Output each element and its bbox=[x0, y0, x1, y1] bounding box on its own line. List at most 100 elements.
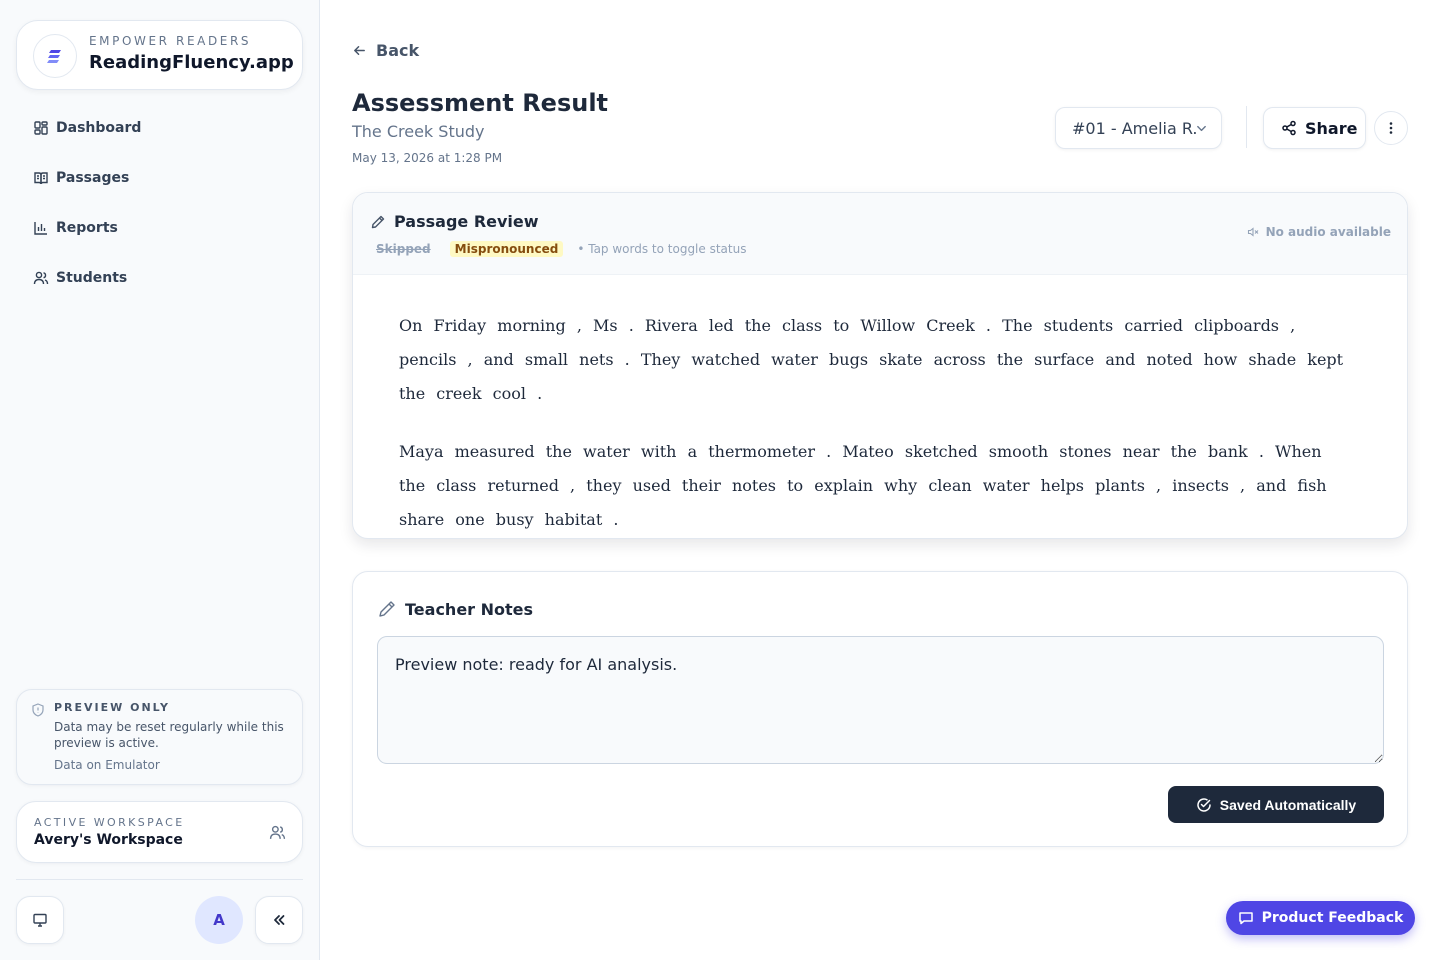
passage-word[interactable]: surface bbox=[1033, 350, 1095, 369]
passage-word[interactable]: They bbox=[640, 350, 681, 369]
passage-word[interactable]: insects bbox=[1171, 476, 1230, 495]
passage-word[interactable]: busy bbox=[495, 510, 535, 529]
more-options-button[interactable] bbox=[1374, 111, 1408, 145]
passage-word[interactable]: plants bbox=[1094, 476, 1146, 495]
passage-word[interactable]: sketched bbox=[904, 442, 979, 461]
passage-word[interactable]: notes bbox=[731, 476, 777, 495]
passage-word[interactable]: one bbox=[454, 510, 485, 529]
passage-word[interactable]: noted bbox=[1146, 350, 1194, 369]
brand-card[interactable]: EMPOWER READERS ReadingFluency.app bbox=[16, 20, 303, 90]
passage-word[interactable]: small bbox=[524, 350, 569, 369]
product-feedback-button[interactable]: Product Feedback bbox=[1226, 901, 1415, 935]
passage-word[interactable]: creek bbox=[435, 384, 482, 403]
passage-word[interactable]: led bbox=[708, 316, 735, 335]
passage-word[interactable]: why bbox=[883, 476, 918, 495]
passage-word[interactable]: thermometer bbox=[707, 442, 816, 461]
sidebar-item-dashboard[interactable]: Dashboard bbox=[16, 103, 303, 153]
passage-word[interactable]: habitat bbox=[544, 510, 604, 529]
passage-word[interactable]: . bbox=[628, 316, 635, 335]
passage-word[interactable]: watched bbox=[690, 350, 761, 369]
passage-word[interactable]: . bbox=[624, 350, 631, 369]
passage-word[interactable]: carried bbox=[1123, 316, 1184, 335]
sidebar-item-reports[interactable]: Reports bbox=[16, 203, 303, 253]
student-select[interactable]: #01 - Amelia R. bbox=[1055, 107, 1222, 149]
passage-word[interactable]: they bbox=[585, 476, 622, 495]
share-button[interactable]: Share bbox=[1263, 107, 1366, 149]
passage-word[interactable]: clean bbox=[927, 476, 972, 495]
passage-word[interactable]: morning bbox=[496, 316, 566, 335]
passage-word[interactable]: . bbox=[825, 442, 832, 461]
passage-word[interactable]: measured bbox=[454, 442, 536, 461]
passage-word[interactable]: , bbox=[467, 350, 474, 369]
passage-word[interactable]: the bbox=[744, 316, 772, 335]
passage-word[interactable]: shade bbox=[1247, 350, 1297, 369]
passage-word[interactable]: bank bbox=[1207, 442, 1249, 461]
passage-word[interactable]: the bbox=[398, 384, 426, 403]
passage-word[interactable]: and bbox=[483, 350, 515, 369]
display-mode-button[interactable] bbox=[16, 896, 64, 944]
passage-word[interactable]: Willow bbox=[859, 316, 916, 335]
passage-word[interactable]: and bbox=[1104, 350, 1136, 369]
avatar[interactable]: A bbox=[195, 896, 243, 944]
passage-word[interactable]: share bbox=[398, 510, 445, 529]
passage-word[interactable]: , bbox=[1155, 476, 1162, 495]
passage-word[interactable]: . bbox=[536, 384, 543, 403]
passage-word[interactable]: near bbox=[1122, 442, 1161, 461]
passage-word[interactable]: . bbox=[985, 316, 992, 335]
passage-word[interactable]: explain bbox=[813, 476, 874, 495]
passage-word[interactable]: the bbox=[545, 442, 573, 461]
passage-word[interactable]: to bbox=[786, 476, 804, 495]
passage-word[interactable]: pencils bbox=[398, 350, 457, 369]
passage-word[interactable]: class bbox=[435, 476, 477, 495]
passage-word[interactable]: returned bbox=[486, 476, 560, 495]
passage-word[interactable]: the bbox=[996, 350, 1024, 369]
passage-word[interactable]: , bbox=[1239, 476, 1246, 495]
back-button[interactable]: Back bbox=[352, 41, 419, 60]
passage-word[interactable]: students bbox=[1043, 316, 1115, 335]
passage-word[interactable]: a bbox=[687, 442, 699, 461]
passage-word[interactable]: cool bbox=[492, 384, 527, 403]
passage-word[interactable]: Ms bbox=[592, 316, 619, 335]
passage-word[interactable]: Maya bbox=[398, 442, 445, 461]
passage-word[interactable]: Rivera bbox=[644, 316, 699, 335]
passage-word[interactable]: bugs bbox=[828, 350, 869, 369]
passage-word[interactable]: . bbox=[1258, 442, 1265, 461]
saved-automatically-button[interactable]: Saved Automatically bbox=[1168, 786, 1384, 823]
passage-word[interactable]: used bbox=[632, 476, 672, 495]
collapse-sidebar-button[interactable] bbox=[255, 896, 303, 944]
sidebar-item-students[interactable]: Students bbox=[16, 253, 303, 303]
sidebar-item-passages[interactable]: Passages bbox=[16, 153, 303, 203]
passage-word[interactable]: clipboards bbox=[1193, 316, 1280, 335]
passage-word[interactable]: When bbox=[1274, 442, 1323, 461]
passage-word[interactable]: class bbox=[781, 316, 823, 335]
passage-word[interactable]: nets bbox=[578, 350, 614, 369]
passage-word[interactable]: water bbox=[582, 442, 631, 461]
passage-word[interactable]: . bbox=[612, 510, 619, 529]
passage-word[interactable]: water bbox=[982, 476, 1031, 495]
passage-word[interactable]: , bbox=[569, 476, 576, 495]
passage-word[interactable]: how bbox=[1203, 350, 1239, 369]
passage-word[interactable]: helps bbox=[1040, 476, 1085, 495]
passage-word[interactable]: the bbox=[398, 476, 426, 495]
passage-word[interactable]: On bbox=[398, 316, 423, 335]
passage-word[interactable]: skate bbox=[878, 350, 923, 369]
passage-word[interactable]: , bbox=[1289, 316, 1296, 335]
passage-word[interactable]: The bbox=[1001, 316, 1033, 335]
passage-word[interactable]: smooth bbox=[988, 442, 1049, 461]
passage-word[interactable]: the bbox=[1170, 442, 1198, 461]
passage-word[interactable]: , bbox=[576, 316, 583, 335]
workspace-switcher[interactable]: ACTIVE WORKSPACE Avery's Workspace bbox=[16, 801, 303, 863]
passage-word[interactable]: and bbox=[1255, 476, 1287, 495]
passage-word[interactable]: kept bbox=[1306, 350, 1344, 369]
passage-word[interactable]: with bbox=[640, 442, 678, 461]
teacher-notes-input[interactable] bbox=[377, 636, 1384, 764]
passage-word[interactable]: Mateo bbox=[841, 442, 894, 461]
passage-word[interactable]: their bbox=[681, 476, 722, 495]
passage-word[interactable]: Friday bbox=[433, 316, 488, 335]
passage-word[interactable]: Creek bbox=[925, 316, 976, 335]
passage-word[interactable]: stones bbox=[1058, 442, 1112, 461]
passage-word[interactable]: across bbox=[933, 350, 987, 369]
passage-word[interactable]: water bbox=[770, 350, 819, 369]
passage-word[interactable]: fish bbox=[1296, 476, 1327, 495]
passage-word[interactable]: to bbox=[832, 316, 850, 335]
